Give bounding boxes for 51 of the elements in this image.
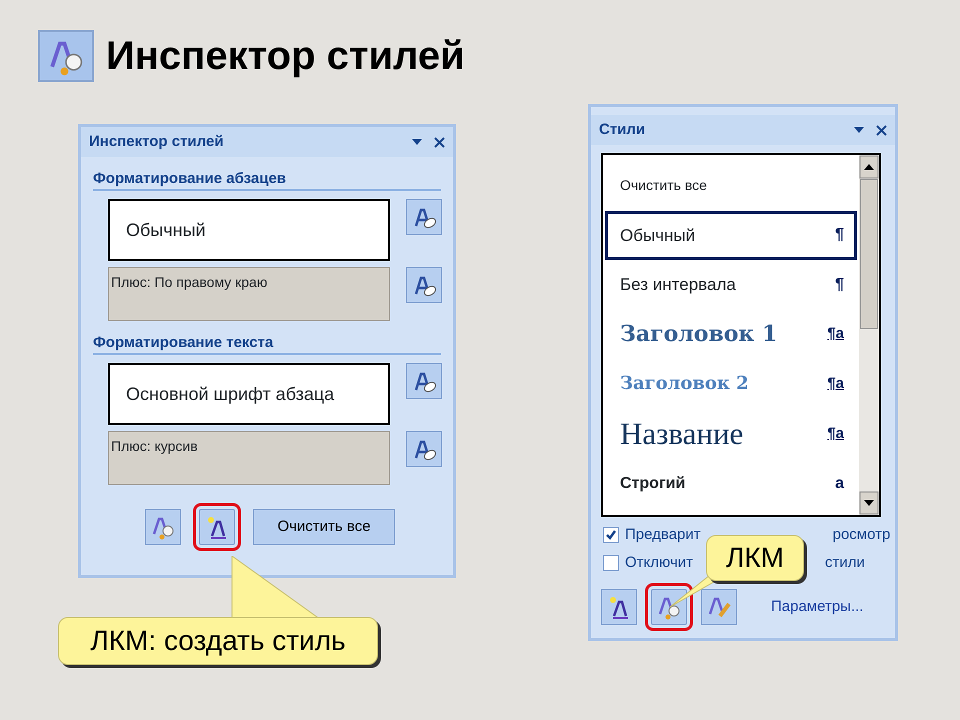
pane-title: Инспектор стилей <box>89 132 224 152</box>
style-list-item[interactable]: Название ¶a <box>605 408 857 460</box>
reset-button[interactable] <box>406 363 442 399</box>
close-button[interactable] <box>434 136 445 148</box>
style-type-icon: ¶a <box>827 372 844 395</box>
scrollbar[interactable] <box>859 155 879 515</box>
options-link[interactable]: Параметры... <box>771 596 864 618</box>
reset-button[interactable] <box>406 267 442 303</box>
style-type-icon: ¶a <box>827 422 844 446</box>
style-list-item[interactable]: Обычный ¶ <box>605 210 857 260</box>
style-name-field: Обычный <box>108 199 390 261</box>
style-type-icon: ¶ <box>835 272 844 297</box>
style-list-item[interactable]: Очистить все <box>605 161 857 210</box>
tool-button[interactable] <box>145 509 181 545</box>
style-list-item[interactable]: Заголовок 1 ¶a <box>605 310 857 359</box>
checkbox-label: Отключит <box>625 552 694 573</box>
style-list-item[interactable]: Заголовок 2 ¶a <box>605 359 857 408</box>
scroll-thumb[interactable] <box>860 179 878 329</box>
checkbox-label: росмотр <box>832 524 890 545</box>
reset-button[interactable] <box>406 431 442 467</box>
style-type-icon: a <box>835 472 844 496</box>
dropdown-button[interactable] <box>412 139 422 145</box>
close-icon <box>876 124 887 136</box>
reset-button[interactable] <box>406 199 442 235</box>
close-button[interactable] <box>876 124 887 136</box>
style-list-item[interactable]: Строгий a <box>605 460 857 509</box>
style-list-item[interactable]: Без интервала ¶ <box>605 260 857 310</box>
close-icon <box>434 136 445 148</box>
checkbox-label: стили <box>825 552 865 573</box>
formatting-field: Плюс: курсив <box>108 431 390 485</box>
dropdown-icon <box>412 139 422 145</box>
style-name-field: Основной шрифт абзаца <box>108 363 390 425</box>
tool-button[interactable] <box>601 589 637 625</box>
callout: ЛКМ <box>706 535 804 581</box>
scroll-up-button[interactable] <box>859 155 879 179</box>
scroll-down-button[interactable] <box>859 491 879 515</box>
section-heading: Форматирование текста <box>93 333 441 355</box>
style-type-icon: ¶ <box>835 223 844 248</box>
section-heading: Форматирование абзацев <box>93 169 441 191</box>
pane-title: Стили <box>599 120 646 140</box>
checkbox-label: Предварит <box>625 524 701 545</box>
formatting-field: Плюс: По правому краю <box>108 267 390 321</box>
dropdown-button[interactable] <box>854 127 864 133</box>
clear-all-button[interactable]: Очистить все <box>253 509 395 545</box>
dropdown-icon <box>854 127 864 133</box>
style-type-icon: ¶a <box>827 323 844 346</box>
slide-title: Инспектор стилей <box>106 33 465 80</box>
style-inspector-icon <box>38 30 94 82</box>
checkbox[interactable] <box>603 527 619 543</box>
tool-button[interactable] <box>701 589 737 625</box>
checkbox[interactable] <box>603 555 619 571</box>
